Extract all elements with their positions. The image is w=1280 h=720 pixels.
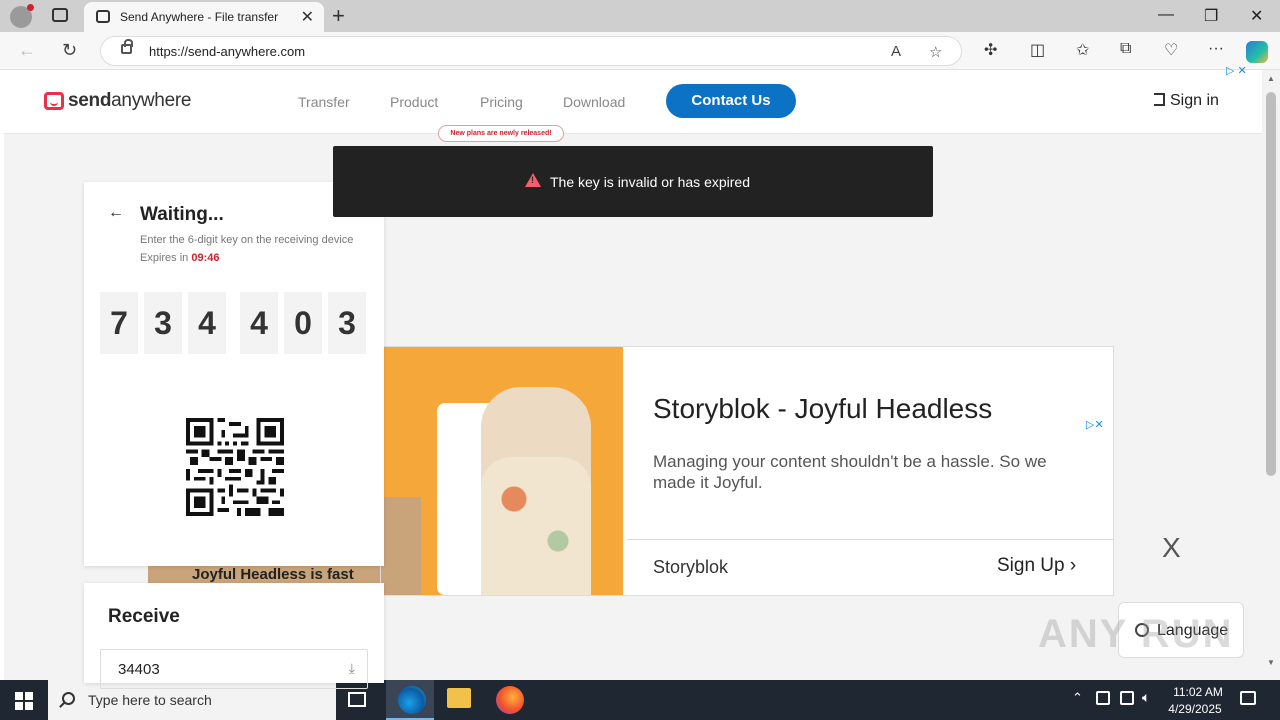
browser-essentials-icon[interactable]: ♡ (1164, 40, 1178, 60)
key-digit: 3 (144, 292, 182, 354)
scroll-down-icon[interactable]: ▼ (1267, 658, 1275, 667)
download-icon[interactable]: ⤓ (349, 660, 355, 677)
favorites-icon[interactable]: ✩ (1076, 40, 1089, 60)
edge-browser-icon[interactable] (398, 686, 426, 714)
notifications-icon[interactable] (1240, 691, 1256, 705)
expiry-label: Expires in (140, 252, 192, 264)
expiry-text: Expires in 09:46 (140, 252, 220, 264)
toast-message: The key is invalid or has expired (550, 174, 750, 190)
copilot-icon[interactable] (1246, 41, 1268, 63)
key-digit: 4 (240, 292, 278, 354)
firefox-icon[interactable] (496, 686, 524, 714)
receive-card: Receive 34403 ⤓ (84, 583, 384, 689)
clock-date[interactable]: 4/29/2025 (1162, 702, 1228, 716)
nav-product[interactable]: Product (390, 94, 438, 110)
ad-sign-up-label: Sign Up (997, 555, 1065, 576)
page-scrollbar[interactable]: ▲ ▼ (1262, 70, 1280, 680)
url-text[interactable]: https://send-anywhere.com (149, 44, 305, 59)
qr-code (186, 418, 284, 516)
waiting-card: ← Waiting... Enter the 6-digit key on th… (84, 182, 384, 566)
error-toast: The key is invalid or has expired (333, 146, 933, 217)
ad-shape (381, 497, 421, 595)
network-icon[interactable] (1120, 691, 1134, 705)
favicon-icon (96, 10, 110, 23)
ad-image (381, 347, 623, 595)
windows-start-icon[interactable] (15, 692, 33, 710)
taskbar-search-placeholder: Type here to search (88, 692, 212, 708)
window-close-button[interactable]: ✕ (1250, 6, 1263, 26)
nav-download[interactable]: Download (563, 94, 625, 110)
site-logo[interactable]: sendanywhere (68, 90, 191, 112)
restore-button[interactable]: ❐ (1204, 6, 1218, 26)
browser-tab-bar: Send Anywhere - File transfer ✕ + — ❐ ✕ (0, 0, 1280, 32)
back-icon[interactable]: ← (18, 40, 36, 61)
waiting-subtitle: Enter the 6-digit key on the receiving d… (140, 234, 354, 246)
ad-close-button[interactable]: X (1162, 532, 1181, 564)
ad-divider (627, 539, 1113, 540)
expiry-time: 09:46 (191, 252, 220, 264)
show-hidden-icons[interactable]: ⌃ (1072, 690, 1083, 706)
profile-avatar-icon[interactable] (10, 4, 34, 28)
anyrun-watermark: ANY RUN (1038, 612, 1234, 656)
tab-actions-icon[interactable] (52, 8, 68, 22)
sign-in-label: Sign in (1170, 92, 1219, 109)
key-digit: 0 (284, 292, 322, 354)
tab-title: Send Anywhere - File transfer (120, 10, 279, 24)
sendanywhere-logo-icon[interactable] (44, 92, 64, 110)
warning-icon (525, 173, 541, 187)
minimize-button[interactable]: — (1158, 6, 1174, 24)
ad-brand: Storyblok (653, 557, 729, 577)
tray-app-icon[interactable] (1096, 691, 1110, 705)
favorite-star-icon[interactable]: ☆ (929, 43, 942, 61)
new-tab-button[interactable]: + (332, 3, 345, 29)
search-icon (62, 692, 75, 705)
more-menu-icon[interactable]: ··· (1208, 40, 1224, 58)
read-aloud-icon[interactable]: A (891, 43, 901, 60)
extensions-icon[interactable]: ✣ (984, 40, 997, 60)
sign-in-icon (1154, 93, 1165, 106)
contact-us-button[interactable]: Contact Us (666, 84, 796, 118)
storyblok-ad[interactable]: Storyblok - Joyful Headless Managing you… (380, 346, 1114, 596)
waiting-title: Waiting... (140, 204, 224, 225)
ad-headline[interactable]: Storyblok - Joyful Headless (653, 393, 992, 425)
tab-close-button[interactable]: ✕ (301, 7, 314, 27)
task-view-icon[interactable] (348, 692, 366, 707)
sign-in-link[interactable]: Sign in (1154, 92, 1219, 110)
site-header: sendanywhere Transfer Product Pricing Do… (4, 70, 1262, 134)
ad-person-shirt (481, 457, 591, 595)
nav-pricing[interactable]: Pricing (480, 94, 523, 110)
split-screen-icon[interactable]: ◫ (1030, 40, 1045, 60)
volume-icon[interactable]: 🔈︎ (1142, 689, 1150, 706)
clock-time[interactable]: 11:02 AM (1168, 685, 1228, 699)
ad-sign-up-button[interactable]: Sign Up › (997, 555, 1076, 577)
collections-icon[interactable]: ⧉ (1120, 40, 1131, 58)
receive-key-input[interactable]: 34403 ⤓ (100, 649, 368, 689)
key-digit: 3 (328, 292, 366, 354)
address-bar[interactable]: https://send-anywhere.com A ☆ (100, 36, 962, 66)
key-digit: 4 (188, 292, 226, 354)
lock-icon[interactable] (121, 39, 133, 54)
chevron-right-icon: › (1069, 555, 1077, 576)
scroll-up-icon[interactable]: ▲ (1267, 74, 1275, 83)
file-explorer-icon[interactable] (447, 688, 471, 708)
refresh-icon[interactable]: ↻ (62, 40, 77, 61)
new-plans-badge[interactable]: New plans are newly released! (438, 125, 564, 142)
browser-tab[interactable]: Send Anywhere - File transfer ✕ (84, 2, 324, 32)
ad-body: Managing your content shouldn't be a has… (653, 452, 1047, 492)
back-arrow-icon[interactable]: ← (108, 204, 124, 222)
ad-choices-icon[interactable]: ▷ ✕ (1226, 64, 1247, 77)
scroll-thumb[interactable] (1266, 92, 1276, 476)
receive-key-value[interactable]: 34403 (118, 661, 160, 678)
ad-banner-choices-icon[interactable]: ▷✕ (1086, 418, 1104, 431)
ad-side-text: Joyful Headless is fast (192, 566, 354, 583)
nav-transfer[interactable]: Transfer (298, 94, 350, 110)
receive-title: Receive (108, 606, 180, 627)
key-digit: 7 (100, 292, 138, 354)
